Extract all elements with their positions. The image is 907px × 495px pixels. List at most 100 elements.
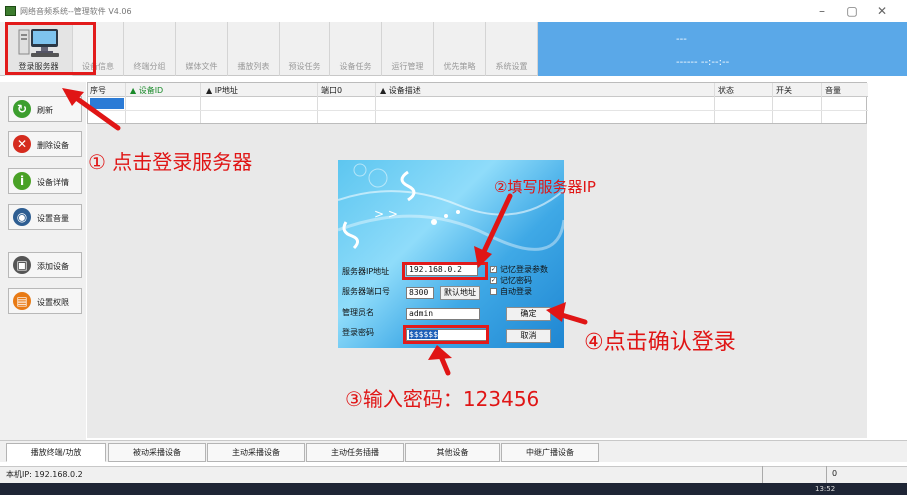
refresh-button[interactable]: ↻ 刷新: [8, 96, 82, 122]
add-device-button[interactable]: ▣ 添加设备: [8, 252, 82, 278]
permission-icon: ▤: [13, 292, 31, 310]
column-divider: [125, 83, 126, 123]
tab-other-devices[interactable]: 其他设备: [405, 443, 500, 462]
dialog-banner-art: > >: [338, 163, 564, 251]
local-ip-status: 本机IP: 192.168.0.2: [6, 470, 83, 479]
status-divider: [762, 466, 763, 483]
toolbar-terminal-group[interactable]: 终端分组: [124, 22, 176, 76]
annotation-step1: ① 点击登录服务器: [88, 150, 253, 174]
annotation-step2: ②填写服务器IP: [494, 178, 596, 196]
tab-passive-capture[interactable]: 被动采播设备: [108, 443, 206, 462]
sidebar: ↻ 刷新 ✕ 删除设备 i 设备详情 ◉ 设置音量 ▣ 添加设备 ▤ 设置权限: [0, 82, 86, 442]
admin-label: 管理员名: [342, 308, 374, 317]
refresh-icon: ↻: [13, 100, 31, 118]
clock-date: ---: [676, 34, 687, 45]
sidebar-label: 刷新: [37, 106, 53, 115]
toolbar-preset-task[interactable]: 预设任务: [280, 22, 330, 76]
os-taskbar: [0, 483, 907, 495]
ok-button[interactable]: 确定: [506, 307, 551, 321]
default-address-button[interactable]: 默认地址: [440, 286, 480, 300]
title-bar: 网络音频系统--管理软件 V4.06 – ▢ ✕: [0, 0, 907, 22]
device-table[interactable]: 序号 ▲ 设备ID ▲ IP地址 端口0 ▲ 设备描述 状态 开关 音量: [87, 82, 868, 124]
status-divider: [826, 466, 827, 483]
window-title: 网络音频系统--管理软件 V4.06: [20, 7, 132, 16]
table-header: 序号 ▲ 设备ID ▲ IP地址 端口0 ▲ 设备描述 状态 开关 音量: [88, 83, 868, 97]
taskbar-clock: 13:52: [815, 485, 836, 493]
maximize-button[interactable]: ▢: [838, 3, 866, 19]
toolbar-label: 播放列表: [237, 62, 270, 71]
svg-text:> >: > >: [374, 207, 398, 221]
auto-login-label: 自动登录: [500, 287, 532, 296]
tab-playback-terminal[interactable]: 播放终端/功放: [6, 443, 106, 462]
remember-params-label: 记忆登录参数: [500, 265, 548, 274]
column-header-device-id[interactable]: ▲ 设备ID: [130, 85, 163, 96]
column-header-description[interactable]: ▲ 设备描述: [380, 85, 421, 96]
minimize-button[interactable]: –: [808, 3, 836, 19]
toolbar-priority[interactable]: 优先策略: [434, 22, 486, 76]
device-details-button[interactable]: i 设备详情: [8, 168, 82, 194]
toolbar-media-files[interactable]: 媒体文件: [176, 22, 228, 76]
password-input[interactable]: $$$$$$: [406, 329, 488, 341]
toolbar-label: 终端分组: [133, 62, 166, 71]
column-header-port[interactable]: 端口0: [321, 85, 342, 96]
volume-icon: ◉: [13, 208, 31, 226]
column-divider: [375, 83, 376, 123]
table-row-selected[interactable]: [90, 98, 124, 109]
delete-icon: ✕: [13, 135, 31, 153]
tab-active-capture[interactable]: 主动采播设备: [207, 443, 305, 462]
column-header-ip[interactable]: ▲ IP地址: [206, 85, 238, 96]
device-count-status: 0: [832, 469, 838, 478]
computer-icon: [18, 29, 59, 57]
toolbar-label: 优先策略: [443, 62, 476, 71]
toolbar-label: 运行管理: [391, 62, 424, 71]
column-divider: [821, 83, 822, 123]
auto-login-checkbox[interactable]: [490, 288, 497, 295]
annotation-step4: ④点击确认登录: [584, 330, 736, 355]
login-server-button[interactable]: 登录服务器: [5, 22, 73, 76]
column-divider: [317, 83, 318, 123]
admin-input[interactable]: admin: [406, 308, 480, 320]
sidebar-label: 设备详情: [37, 178, 69, 187]
app-window: 网络音频系统--管理软件 V4.06 – ▢ ✕ 登录服务器 设备信息 终端分组…: [0, 0, 907, 495]
toolbar-run-manage[interactable]: 运行管理: [382, 22, 434, 76]
column-divider: [772, 83, 773, 123]
column-header-volume[interactable]: 音量: [825, 85, 841, 96]
speaker-icon: ▣: [13, 256, 31, 274]
remember-password-label: 记忆密码: [500, 276, 532, 285]
server-port-input[interactable]: 8300: [406, 287, 434, 299]
toolbar-label: 系统设置: [495, 62, 528, 71]
toolbar-label: 预设任务: [288, 62, 321, 71]
column-header-status[interactable]: 状态: [718, 85, 734, 96]
toolbar-label: 媒体文件: [185, 62, 218, 71]
sidebar-label: 设置音量: [37, 214, 69, 223]
set-permission-button[interactable]: ▤ 设置权限: [8, 288, 82, 314]
toolbar-playlist[interactable]: 播放列表: [228, 22, 280, 76]
cancel-button[interactable]: 取消: [506, 329, 551, 343]
set-volume-button[interactable]: ◉ 设置音量: [8, 204, 82, 230]
sidebar-label: 设置权限: [37, 298, 69, 307]
annotation-step3: ③输入密码：123456: [345, 387, 540, 411]
delete-device-button[interactable]: ✕ 删除设备: [8, 131, 82, 157]
remember-params-checkbox[interactable]: ✓: [490, 266, 497, 273]
column-header-switch[interactable]: 开关: [776, 85, 792, 96]
tab-relay-broadcast[interactable]: 中继广播设备: [501, 443, 599, 462]
toolbar-device-info[interactable]: 设备信息: [73, 22, 124, 76]
sidebar-label: 添加设备: [37, 262, 69, 271]
password-mask: $$$$$$: [409, 330, 438, 339]
server-ip-input[interactable]: 192.168.0.2: [406, 264, 478, 276]
server-port-label: 服务器端口号: [342, 287, 390, 296]
remember-password-checkbox[interactable]: ✓: [490, 277, 497, 284]
toolbar-label: 设备信息: [82, 62, 114, 71]
toolbar-system-settings[interactable]: 系统设置: [486, 22, 538, 76]
toolbar-label: 设备任务: [339, 62, 372, 71]
column-divider: [714, 83, 715, 123]
toolbar-device-task[interactable]: 设备任务: [330, 22, 382, 76]
toolbar-label: 登录服务器: [18, 62, 59, 71]
close-button[interactable]: ✕: [868, 3, 896, 19]
app-logo-icon: [5, 6, 16, 16]
sidebar-label: 删除设备: [37, 141, 69, 150]
status-bar: [0, 466, 907, 483]
server-ip-label: 服务器IP地址: [342, 267, 390, 276]
tab-active-task[interactable]: 主动任务插播: [306, 443, 404, 462]
column-header-index[interactable]: 序号: [90, 85, 106, 96]
